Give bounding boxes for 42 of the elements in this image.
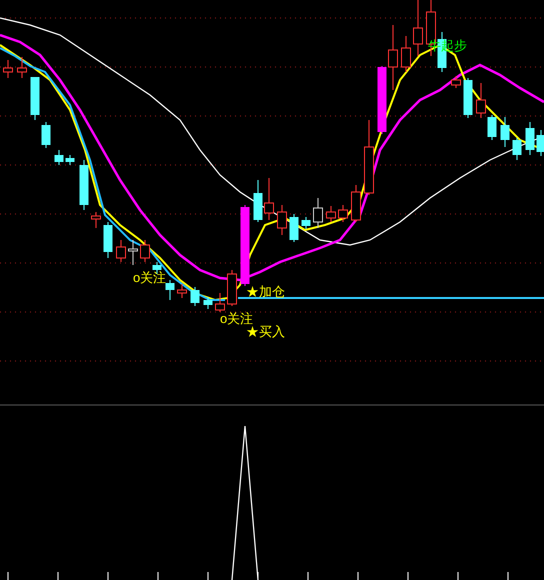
candle: [3, 60, 13, 78]
candle: [54, 150, 64, 166]
candle: [313, 198, 323, 228]
signal-label: ★买入: [246, 324, 285, 339]
candle: [326, 206, 336, 222]
candle: [190, 286, 200, 306]
candle: [290, 214, 298, 242]
candle: [264, 178, 274, 220]
candle: [140, 240, 150, 262]
candle: [512, 138, 522, 160]
candle: [227, 270, 237, 306]
signal-label: o关注: [133, 270, 166, 285]
candle: [464, 78, 472, 118]
candle: [30, 76, 40, 120]
signal-label: o关注: [220, 311, 254, 326]
candle: [177, 284, 187, 298]
candle: [166, 280, 174, 300]
candle: [302, 216, 310, 230]
candle: [80, 160, 88, 210]
candle: [42, 122, 50, 148]
candle: [128, 240, 138, 266]
candle: [116, 240, 126, 262]
candle: [17, 56, 27, 78]
candle: [526, 122, 534, 156]
candle: [500, 116, 510, 148]
candle: [204, 296, 212, 310]
candle: [388, 24, 398, 90]
candle: [476, 82, 486, 118]
candle: [378, 66, 386, 134]
candle: [401, 36, 411, 72]
signal-label: ★加仓: [246, 284, 285, 299]
candle: [215, 292, 225, 312]
candle: [488, 114, 496, 140]
candle: [351, 184, 361, 222]
candle: [66, 154, 74, 166]
candle: [91, 212, 101, 228]
candle: [536, 130, 544, 156]
candle: [254, 180, 262, 222]
candle: [338, 204, 348, 222]
candle: [104, 222, 112, 258]
candle: [277, 204, 287, 236]
candle: [451, 76, 461, 88]
